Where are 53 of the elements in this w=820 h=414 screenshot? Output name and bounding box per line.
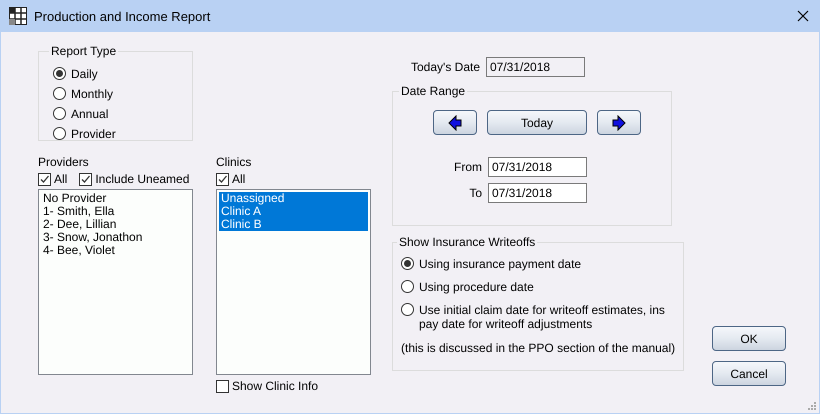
dialog-button[interactable]: OK [712, 326, 786, 351]
radio-button[interactable] [401, 303, 414, 316]
previous-button[interactable] [433, 110, 477, 135]
radio-label: Using procedure date [419, 280, 535, 294]
radio-label: Annual [71, 107, 108, 121]
list-item[interactable]: No Provider [41, 192, 190, 205]
checkbox[interactable] [216, 172, 229, 186]
list-item[interactable]: 4- Bee, Violet [41, 244, 190, 257]
radio-label: Using insurance payment date [419, 257, 582, 271]
radio-button[interactable] [53, 107, 66, 120]
checkbox[interactable] [79, 172, 92, 186]
radio-button[interactable] [53, 87, 66, 100]
list-item[interactable]: Clinic A [219, 205, 368, 218]
next-button[interactable] [597, 110, 641, 135]
grid-icon [9, 7, 27, 25]
list-title: Clinics [216, 155, 252, 169]
list-item[interactable]: 2- Dee, Lillian [41, 218, 190, 231]
radio-button[interactable] [53, 67, 66, 80]
left-arrow-icon [448, 114, 462, 130]
list-item[interactable]: 1- Smith, Ella [41, 205, 190, 218]
date-field[interactable]: 07/31/2018 [488, 183, 587, 203]
checkbox[interactable] [216, 380, 229, 392]
checkbox-label: Show Clinic Info [232, 379, 318, 393]
radio-label: Use initial claim date for writeoff estimates, ins pay date for writeoff adjustments [419, 303, 666, 331]
field-label: From [453, 160, 482, 174]
radio-label: Provider [71, 127, 116, 141]
radio-button[interactable] [401, 280, 414, 293]
checkbox-label: All [54, 172, 68, 186]
date-field[interactable]: 07/31/2018 [486, 57, 585, 77]
dialog-button[interactable]: Cancel [712, 361, 786, 386]
right-arrow-icon [612, 114, 626, 130]
resize-grip-icon[interactable] [807, 401, 817, 411]
date-field[interactable]: 07/31/2018 [488, 157, 587, 177]
group-title: Show Insurance Writeoffs [398, 235, 536, 249]
checkbox-label: All [232, 172, 246, 186]
list-item[interactable]: 3- Snow, Jonathon [41, 231, 190, 244]
list-item[interactable]: Unassigned [219, 192, 368, 205]
checkbox-label: Include Uneamed [95, 172, 190, 186]
checkbox[interactable] [38, 172, 51, 186]
note-text: (this is discussed in the PPO section of the manual) [401, 341, 676, 355]
window-title: Production and Income Report [34, 8, 210, 24]
list-item[interactable]: Clinic B [219, 218, 368, 231]
today-button[interactable]: Today [487, 110, 587, 135]
radio-button[interactable] [53, 127, 66, 140]
radio-label: Daily [71, 67, 98, 81]
group-title: Report Type [50, 44, 118, 58]
radio-button[interactable] [401, 257, 414, 270]
close-icon[interactable] [797, 10, 809, 22]
field-label: To [468, 186, 482, 200]
radio-label: Monthly [71, 87, 114, 101]
field-label: Today's Date [410, 60, 480, 74]
group-title: Date Range [400, 84, 466, 98]
list-title: Providers [38, 155, 89, 169]
